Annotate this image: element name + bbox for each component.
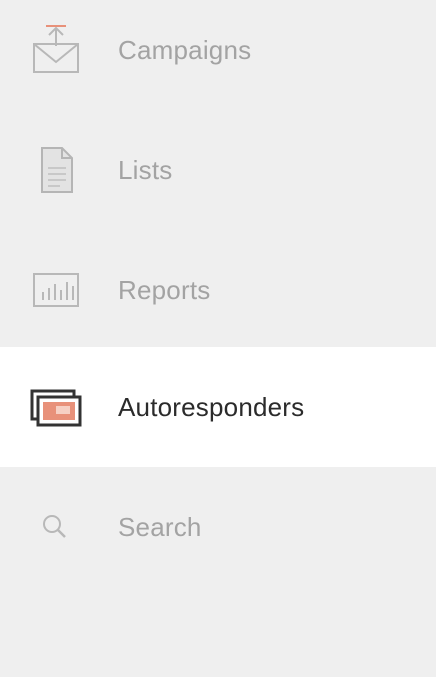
sidebar-nav: Campaigns Lists Reports Autoresponders S…: [0, 0, 436, 677]
sidebar-item-label: Campaigns: [118, 34, 252, 65]
stacked-cards-icon: [28, 379, 84, 435]
sidebar-item-label: Search: [118, 511, 202, 542]
envelope-upload-icon: [28, 22, 84, 78]
search-icon: [28, 499, 84, 555]
sidebar-item-lists[interactable]: Lists: [0, 110, 436, 230]
sidebar-item-campaigns[interactable]: Campaigns: [0, 0, 436, 100]
sidebar-item-search[interactable]: Search: [0, 467, 436, 587]
bar-chart-icon: [28, 262, 84, 318]
sidebar-item-label: Autoresponders: [118, 391, 305, 422]
sidebar-item-autoresponders[interactable]: Autoresponders: [0, 347, 436, 467]
document-icon: [28, 142, 84, 198]
sidebar-item-label: Reports: [118, 274, 211, 305]
sidebar-item-reports[interactable]: Reports: [0, 230, 436, 350]
sidebar-item-label: Lists: [118, 154, 173, 185]
